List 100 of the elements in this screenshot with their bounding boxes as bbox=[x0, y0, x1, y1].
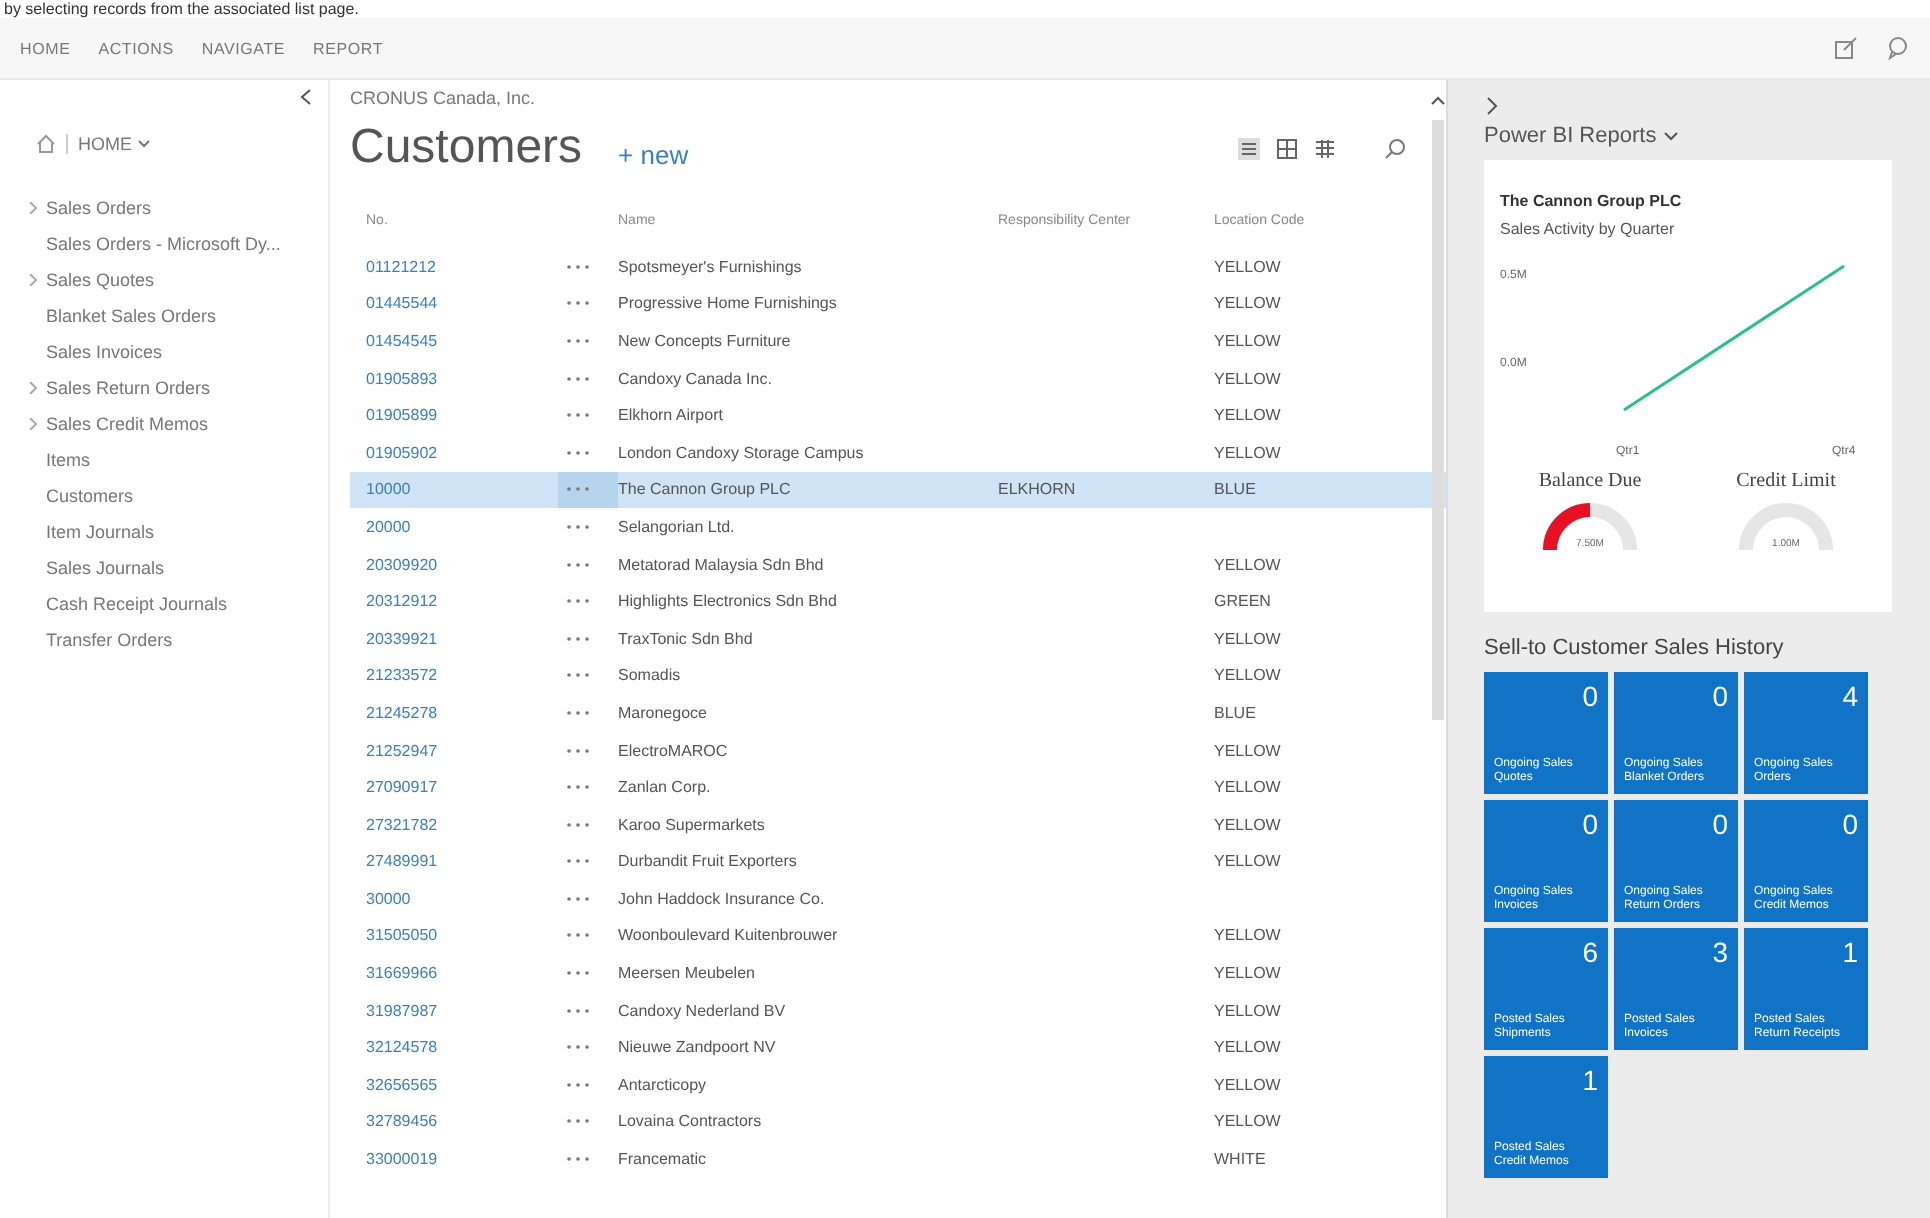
table-cell-text: YELLOW bbox=[1214, 331, 1283, 350]
table-row[interactable]: 32789456 Lovaina Contractors YELLOW bbox=[350, 1103, 1446, 1141]
nav-item[interactable]: Cash Receipt Journals bbox=[28, 586, 328, 622]
menu-tab[interactable]: REPORT bbox=[313, 39, 384, 57]
tile-view-icon[interactable] bbox=[1276, 137, 1298, 159]
customer-number-link[interactable]: 01905893 bbox=[366, 369, 558, 388]
nav-item[interactable]: Items bbox=[28, 442, 328, 478]
nav-item[interactable]: Item Journals bbox=[28, 514, 328, 550]
tile-count: 0 bbox=[1582, 808, 1598, 840]
table-row[interactable]: 33000019 Francematic WHITE bbox=[350, 1140, 1446, 1178]
home-icon[interactable] bbox=[36, 134, 56, 154]
nav-item[interactable]: Sales Invoices bbox=[28, 334, 328, 370]
table-cell-text: Progressive Home Furnishings bbox=[618, 294, 839, 313]
table-row[interactable]: 27090917 Zanlan Corp. YELLOW bbox=[350, 768, 1446, 806]
customer-number-link[interactable]: 01905899 bbox=[366, 406, 558, 425]
table-row[interactable]: 31987987 Candoxy Nederland BV YELLOW bbox=[350, 991, 1446, 1029]
table-cell-text: YELLOW bbox=[1214, 1001, 1283, 1020]
customer-number-link[interactable]: 20309920 bbox=[366, 555, 558, 574]
customer-number-link[interactable]: 20000 bbox=[366, 517, 558, 536]
table-cell-text: Selangorian Ltd. bbox=[618, 517, 737, 536]
tile-count: 0 bbox=[1582, 680, 1598, 712]
factbox-title[interactable]: Power BI Reports bbox=[1484, 124, 1914, 148]
collapse-chevron-icon[interactable] bbox=[300, 88, 312, 106]
table-row[interactable]: 27321782 Karoo Supermarkets YELLOW bbox=[350, 805, 1446, 843]
chat-icon[interactable] bbox=[1886, 36, 1910, 60]
nav-item[interactable]: Customers bbox=[28, 478, 328, 514]
table-cell-text: YELLOW bbox=[1214, 926, 1283, 945]
customer-number-link[interactable]: 10000 bbox=[366, 480, 558, 499]
new-link[interactable]: + new bbox=[618, 139, 689, 169]
nav-item[interactable]: Sales Orders bbox=[28, 190, 328, 226]
customer-number-link[interactable]: 27090917 bbox=[366, 778, 558, 797]
list-view-icon[interactable] bbox=[1238, 137, 1260, 159]
table-row[interactable]: 31669966 Meersen Meubelen YELLOW bbox=[350, 954, 1446, 992]
customer-number-link[interactable]: 31987987 bbox=[366, 1001, 558, 1020]
nav-item[interactable]: Sales Credit Memos bbox=[28, 406, 328, 442]
company-name: CRONUS Canada, Inc. bbox=[350, 88, 538, 108]
customer-number-link[interactable]: 01454545 bbox=[366, 331, 558, 350]
customer-number-link[interactable]: 27489991 bbox=[366, 852, 558, 871]
customer-number-link[interactable]: 27321782 bbox=[366, 815, 558, 834]
customer-number-link[interactable]: 21233572 bbox=[366, 666, 558, 685]
home-menu[interactable]: HOME bbox=[66, 134, 150, 154]
expand-caret-icon[interactable] bbox=[28, 418, 40, 430]
table-cell-text: YELLOW bbox=[1214, 629, 1283, 648]
table-row[interactable]: 10000 The Cannon Group PLC ELKHORN BLUE bbox=[350, 471, 1446, 509]
tile-count: 3 bbox=[1712, 936, 1728, 968]
nav-item[interactable]: Blanket Sales Orders bbox=[28, 298, 328, 334]
nav-item[interactable]: Sales Return Orders bbox=[28, 370, 328, 406]
expand-chevron-icon[interactable] bbox=[1484, 96, 1500, 116]
customer-number-link[interactable]: 32656565 bbox=[366, 1075, 558, 1094]
customer-number-link[interactable]: 20312912 bbox=[366, 592, 558, 611]
report-customer: The Cannon Group PLC bbox=[1500, 192, 1684, 210]
caret-icon[interactable] bbox=[1664, 131, 1679, 141]
menu-tab[interactable]: NAVIGATE bbox=[201, 39, 286, 57]
edit-icon[interactable] bbox=[1834, 36, 1858, 60]
table-row[interactable]: 31505050 Woonboulevard Kuitenbrouwer YELLOW bbox=[350, 917, 1446, 955]
customer-number-link[interactable]: 21252947 bbox=[366, 741, 558, 760]
table-row[interactable]: 32124578 Nieuwe Zandpoort NV YELLOW bbox=[350, 1028, 1446, 1067]
nav-item[interactable]: Sales Orders - Microsoft Dy... bbox=[28, 226, 328, 262]
table-cell-text: Meersen Meubelen bbox=[618, 964, 757, 983]
customer-number-link[interactable]: 32789456 bbox=[366, 1112, 558, 1131]
table-cell-text: Candoxy Canada Inc. bbox=[618, 369, 774, 388]
tile-count: 0 bbox=[1712, 680, 1728, 712]
menu-tab[interactable]: ACTIONS bbox=[98, 39, 174, 57]
customer-number-link[interactable]: 32124578 bbox=[366, 1038, 558, 1057]
caption-text: by selecting records from the associated list page. bbox=[2, 0, 359, 18]
table-cell-text: Candoxy Nederland BV bbox=[618, 1001, 788, 1020]
nav-item[interactable]: Sales Journals bbox=[28, 550, 328, 586]
table-cell-text: YELLOW bbox=[1214, 443, 1283, 462]
customer-number-link[interactable]: 31505050 bbox=[366, 926, 558, 945]
menu-tab[interactable]: HOME bbox=[20, 39, 71, 57]
table-cell-text: YELLOW bbox=[1214, 1112, 1283, 1131]
expand-caret-icon[interactable] bbox=[28, 382, 40, 394]
caret-icon[interactable] bbox=[138, 140, 150, 148]
table-row[interactable]: 27489991 Durbandit Fruit Exporters YELLOW bbox=[350, 843, 1446, 881]
grid-view-icon[interactable] bbox=[1314, 137, 1336, 159]
table-cell-text: Antarcticopy bbox=[618, 1075, 709, 1094]
expand-caret-icon[interactable] bbox=[28, 274, 40, 286]
customer-number-link[interactable]: 31669966 bbox=[366, 964, 558, 983]
customer-number-link[interactable]: 20339921 bbox=[366, 629, 558, 648]
table-row[interactable]: 30000 John Haddock Insurance Co. bbox=[350, 880, 1446, 918]
customer-number-link[interactable]: 30000 bbox=[366, 889, 558, 908]
table-row[interactable]: 32656565 Antarcticopy YELLOW bbox=[350, 1066, 1446, 1104]
row-menu-icon[interactable] bbox=[558, 471, 618, 509]
search-icon[interactable] bbox=[1384, 137, 1406, 159]
customer-number-link[interactable]: 01121212 bbox=[366, 257, 558, 276]
customer-number-link[interactable]: 33000019 bbox=[366, 1150, 558, 1169]
table-cell-text: Karoo Supermarkets bbox=[618, 815, 767, 834]
table-cell-text: YELLOW bbox=[1214, 1038, 1283, 1057]
table-cell-text: BLUE bbox=[1214, 703, 1258, 722]
nav-item[interactable]: Transfer Orders bbox=[28, 622, 328, 658]
customer-number-link[interactable]: 01905902 bbox=[366, 443, 558, 462]
customer-number-link[interactable]: 01445544 bbox=[366, 294, 558, 313]
tile-count: 1 bbox=[1842, 936, 1858, 968]
gauge-title: Balance Due bbox=[1538, 470, 1642, 492]
table-cell-text: YELLOW bbox=[1214, 666, 1283, 685]
customer-number-link[interactable]: 21245278 bbox=[366, 703, 558, 722]
table-cell-text: Lovaina Contractors bbox=[618, 1112, 764, 1131]
nav-item[interactable]: Sales Quotes bbox=[28, 262, 328, 298]
expand-caret-icon[interactable] bbox=[28, 202, 40, 214]
table-row[interactable]: 21252947 ElectroMAROC YELLOW bbox=[350, 731, 1446, 769]
